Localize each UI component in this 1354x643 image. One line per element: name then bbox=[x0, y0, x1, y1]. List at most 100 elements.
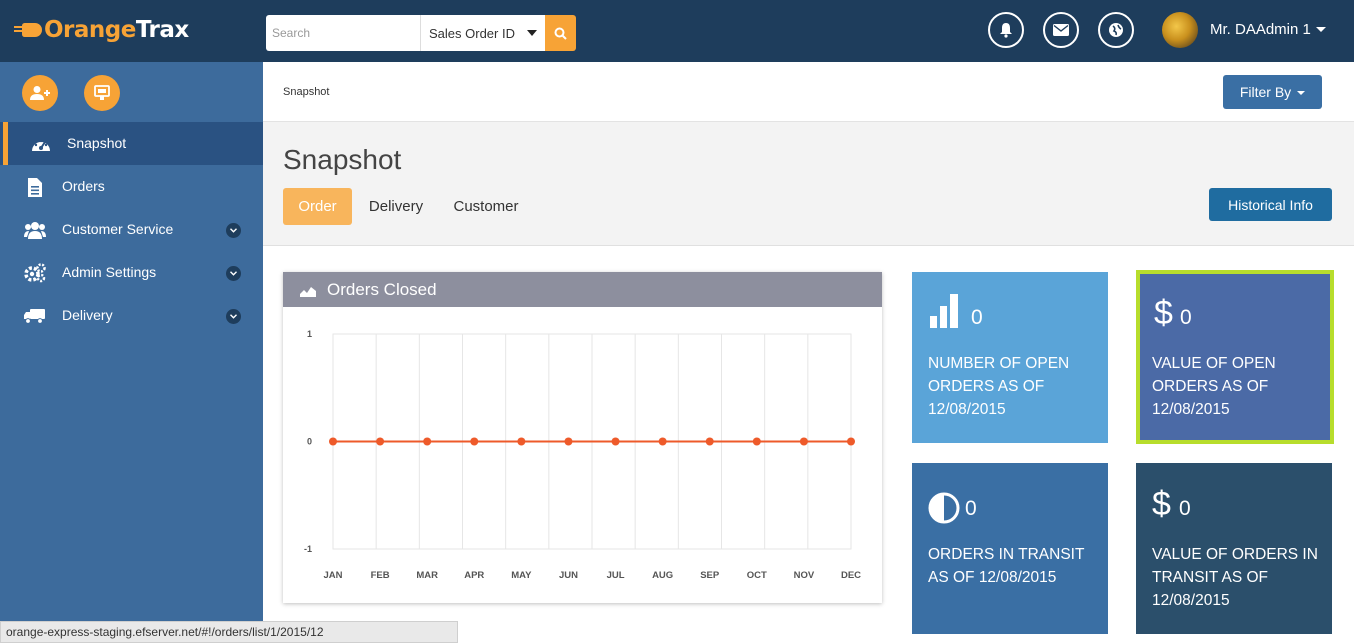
sidebar-item-orders[interactable]: Orders bbox=[0, 165, 263, 208]
data-point bbox=[423, 437, 432, 446]
chevron-down-icon[interactable] bbox=[226, 266, 241, 281]
x-tick-label: MAR bbox=[416, 570, 438, 581]
caret-down-icon bbox=[1297, 91, 1306, 95]
user-menu-caret-icon[interactable] bbox=[1316, 27, 1326, 32]
chart-panel-header: Orders Closed bbox=[283, 272, 882, 307]
x-tick-label: FEB bbox=[371, 570, 390, 581]
messages-button[interactable] bbox=[1043, 12, 1079, 48]
truck-logo-icon bbox=[14, 23, 42, 37]
x-tick-label: OCT bbox=[747, 570, 767, 581]
tile-value: 0 bbox=[971, 306, 983, 329]
users-icon bbox=[24, 220, 46, 240]
dollar-icon: $ bbox=[1152, 485, 1171, 523]
page-title: Snapshot bbox=[283, 144, 402, 175]
tile-label: VALUE OF OPEN ORDERS AS OF 12/08/2015 bbox=[1152, 355, 1276, 418]
tile-label: ORDERS IN TRANSIT AS OF 12/08/2015 bbox=[928, 546, 1085, 586]
data-point bbox=[470, 437, 479, 446]
breadcrumb-bar: Snapshot Filter By bbox=[263, 62, 1354, 122]
delivery-board-icon bbox=[94, 85, 110, 100]
bar-chart-icon bbox=[928, 294, 960, 333]
dollar-icon: $ bbox=[1154, 294, 1173, 332]
sidebar-item-label: Delivery bbox=[62, 307, 113, 323]
caret-down-icon bbox=[527, 30, 537, 36]
sidebar-item-label: Customer Service bbox=[62, 221, 174, 237]
x-tick-label: JAN bbox=[323, 570, 342, 581]
x-tick-label: AUG bbox=[652, 570, 673, 581]
breadcrumb[interactable]: Snapshot bbox=[283, 86, 329, 98]
chevron-down-icon[interactable] bbox=[226, 223, 241, 238]
orders-closed-chart: 1 0 -1 JAN FEB MAR APR MAY JUN JUL AUG SEP OCT NOV DEC bbox=[304, 329, 861, 581]
orders-in-transit-tile[interactable]: 0 ORDERS IN TRANSIT AS OF 12/08/2015 bbox=[912, 463, 1108, 634]
envelope-icon bbox=[1053, 24, 1069, 36]
x-tick-label: JUL bbox=[607, 570, 625, 581]
notifications-button[interactable] bbox=[988, 12, 1024, 48]
search-bar: Sales Order ID bbox=[266, 15, 576, 51]
sidebar-item-snapshot[interactable]: Snapshot bbox=[0, 122, 263, 165]
x-tick-label: DEC bbox=[841, 570, 861, 581]
tile-label: VALUE OF ORDERS IN TRANSIT AS OF 12/08/2… bbox=[1152, 546, 1318, 609]
add-user-icon bbox=[30, 86, 50, 100]
dashboard-icon bbox=[30, 134, 52, 154]
orangetrax-logo[interactable]: OrangeTrax bbox=[14, 14, 189, 46]
orders-closed-panel: Orders Closed 1 0 -1 JAN FEB MAR APR MAY JUN JUL A… bbox=[283, 272, 882, 603]
historical-info-button[interactable]: Historical Info bbox=[1209, 188, 1332, 221]
search-icon bbox=[554, 27, 567, 40]
search-button[interactable] bbox=[545, 15, 576, 51]
data-point bbox=[564, 437, 573, 446]
data-point bbox=[658, 437, 667, 446]
top-bar: OrangeTrax Sales Order ID Mr. DAAdmin 1 bbox=[0, 0, 1354, 62]
x-tick-label: JUN bbox=[559, 570, 578, 581]
data-point bbox=[752, 437, 761, 446]
data-point bbox=[799, 437, 808, 446]
filter-by-button[interactable]: Filter By bbox=[1223, 75, 1322, 109]
area-chart-icon bbox=[300, 282, 316, 302]
orders-in-transit-value-tile[interactable]: $ 0 VALUE OF ORDERS IN TRANSIT AS OF 12/… bbox=[1136, 463, 1332, 634]
truck-icon bbox=[24, 306, 46, 326]
data-point bbox=[847, 437, 855, 446]
avatar[interactable] bbox=[1162, 12, 1198, 48]
tab-order[interactable]: Order bbox=[283, 188, 352, 225]
open-orders-value-tile[interactable]: $ 0 VALUE OF OPEN ORDERS AS OF 12/08/201… bbox=[1136, 270, 1334, 444]
data-point bbox=[611, 437, 620, 446]
browser-status-url: orange-express-staging.efserver.net/#!/o… bbox=[0, 621, 458, 643]
filter-by-label: Filter By bbox=[1239, 84, 1292, 100]
data-point bbox=[329, 437, 337, 446]
sidebar-item-customer-service[interactable]: Customer Service bbox=[0, 208, 263, 251]
x-tick-label: APR bbox=[464, 570, 484, 581]
delivery-board-button[interactable] bbox=[84, 75, 120, 111]
y-tick-label: 1 bbox=[307, 329, 312, 339]
tab-delivery[interactable]: Delivery bbox=[360, 188, 432, 225]
tile-value: 0 bbox=[965, 497, 977, 520]
language-button[interactable] bbox=[1098, 12, 1134, 48]
data-point bbox=[376, 437, 385, 446]
tile-value: 0 bbox=[1179, 497, 1191, 520]
open-orders-count-tile[interactable]: 0 NUMBER OF OPEN ORDERS AS OF 12/08/2015 bbox=[912, 272, 1108, 443]
chart-title: Orders Closed bbox=[327, 280, 437, 299]
document-icon bbox=[24, 177, 46, 197]
y-tick-label: -1 bbox=[304, 544, 312, 554]
chevron-down-icon[interactable] bbox=[226, 309, 241, 324]
x-tick-label: SEP bbox=[700, 570, 720, 581]
globe-icon bbox=[1109, 23, 1123, 37]
data-point bbox=[705, 437, 714, 446]
sidebar-item-label: Admin Settings bbox=[62, 264, 157, 280]
gears-icon bbox=[24, 263, 46, 283]
sidebar-item-label: Orders bbox=[62, 178, 105, 194]
sidebar: Snapshot Orders Customer Service Admin S… bbox=[0, 62, 263, 643]
tab-customer[interactable]: Customer bbox=[444, 188, 528, 225]
sidebar-item-label: Snapshot bbox=[67, 135, 127, 151]
user-name[interactable]: Mr. DAAdmin 1 bbox=[1210, 21, 1311, 38]
sidebar-item-admin-settings[interactable]: Admin Settings bbox=[0, 251, 263, 294]
add-user-button[interactable] bbox=[22, 75, 58, 111]
sidebar-item-delivery[interactable]: Delivery bbox=[0, 294, 263, 337]
x-tick-label: NOV bbox=[794, 570, 815, 581]
search-input[interactable] bbox=[266, 15, 420, 51]
search-type-value: Sales Order ID bbox=[429, 25, 515, 41]
search-type-select[interactable]: Sales Order ID bbox=[420, 15, 545, 51]
x-tick-label: MAY bbox=[511, 570, 532, 581]
tile-label: NUMBER OF OPEN ORDERS AS OF 12/08/2015 bbox=[928, 355, 1070, 418]
data-point bbox=[517, 437, 526, 446]
half-circle-icon bbox=[928, 492, 960, 529]
tile-value: 0 bbox=[1180, 306, 1192, 329]
logo-text: OrangeTrax bbox=[44, 17, 189, 43]
